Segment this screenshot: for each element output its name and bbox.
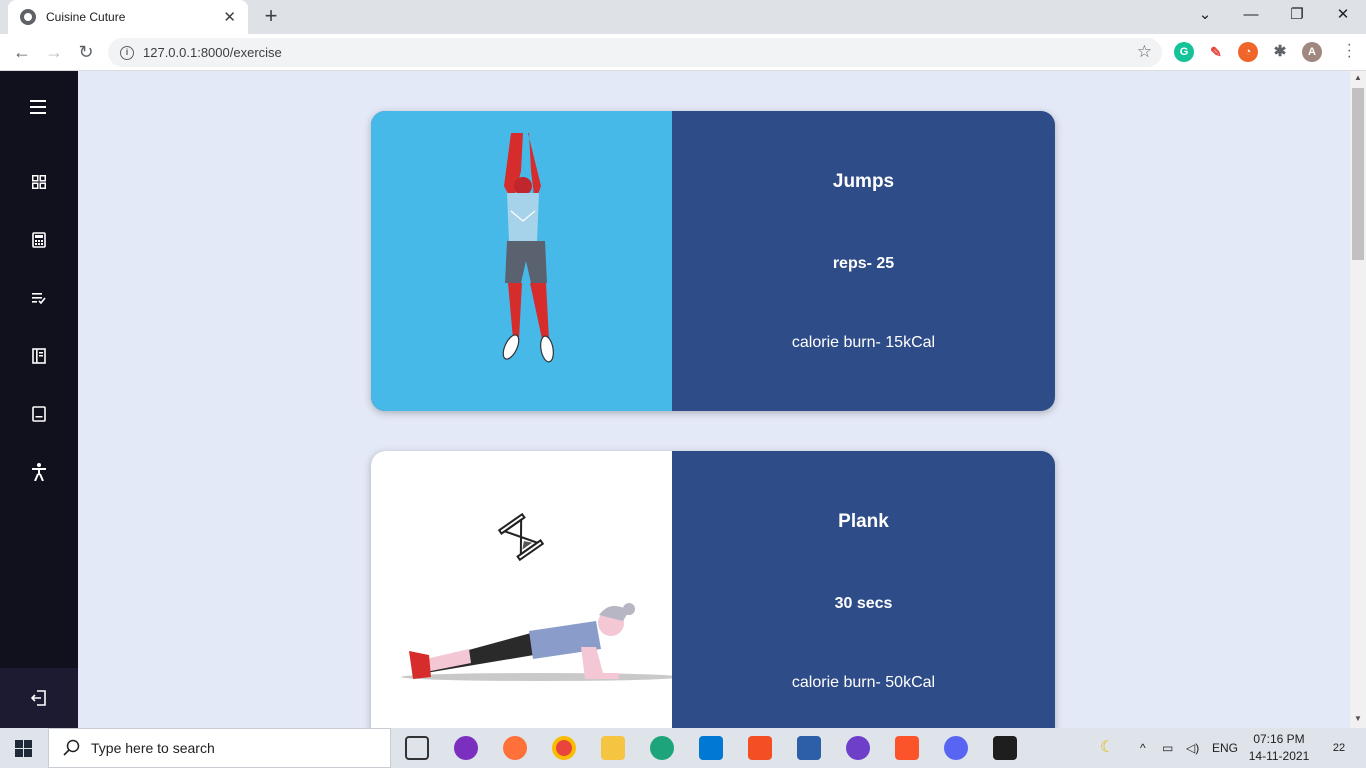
exercise-info: Plank 30 secs calorie burn- 50kCal xyxy=(672,451,1055,728)
scroll-up-icon[interactable]: ▲ xyxy=(1350,73,1366,82)
new-tab-button[interactable]: + xyxy=(260,4,282,30)
search-icon xyxy=(63,739,80,756)
notebook-icon[interactable] xyxy=(0,394,78,434)
exercise-name: Plank xyxy=(838,511,889,532)
file-explorer-icon[interactable] xyxy=(601,736,625,760)
tab-search-icon[interactable]: ⌄ xyxy=(1182,0,1228,32)
scroll-thumb[interactable] xyxy=(1352,88,1364,260)
profile-avatar[interactable]: A xyxy=(1302,42,1322,62)
more-menu-icon[interactable]: · · · xyxy=(1347,37,1352,65)
jumps-illustration xyxy=(371,111,672,411)
edge-icon[interactable] xyxy=(650,736,674,760)
logout-icon xyxy=(31,690,46,706)
taskbar-search[interactable]: Type here to search xyxy=(48,728,391,768)
exercise-calories: calorie burn- 50kCal xyxy=(791,674,936,691)
windows-start-icon[interactable] xyxy=(15,740,32,757)
hourglass-icon xyxy=(497,512,545,562)
terminal-icon[interactable] xyxy=(993,736,1017,760)
grammarly-icon[interactable]: G xyxy=(1174,42,1194,62)
tab-strip: Cuisine Cuture ✕ + ⌄ — ❐ ✕ xyxy=(0,0,1366,34)
task-view-icon[interactable] xyxy=(405,736,429,760)
book-icon[interactable] xyxy=(0,336,78,376)
powershell-icon[interactable] xyxy=(797,736,821,760)
calculator-icon[interactable] xyxy=(0,220,78,260)
site-favicon-icon xyxy=(20,9,36,25)
close-icon[interactable]: ✕ xyxy=(1320,0,1366,32)
exercise-card-plank[interactable]: Plank 30 secs calorie burn- 50kCal xyxy=(371,451,1055,728)
reload-icon[interactable]: ↻ xyxy=(72,39,100,65)
site-info-icon[interactable]: i xyxy=(120,45,134,60)
minimize-icon[interactable]: — xyxy=(1228,0,1274,32)
playlist-check-icon[interactable] xyxy=(0,278,78,318)
tab-close-icon[interactable]: ✕ xyxy=(223,8,236,26)
bookmark-star-icon[interactable]: ☆ xyxy=(1137,42,1152,62)
restore-icon[interactable]: ❐ xyxy=(1274,0,1320,32)
page-content: Jumps reps- 25 calorie burn- 15kCal Plan… xyxy=(0,71,1350,728)
accessibility-icon[interactable] xyxy=(0,452,78,492)
windows-taskbar: Type here to search ☾ ^ ▭ ◁) ENG 07:16 P… xyxy=(0,728,1366,768)
browser-tab[interactable]: Cuisine Cuture ✕ xyxy=(8,0,248,34)
language-indicator[interactable]: ENG xyxy=(1212,728,1238,768)
scroll-down-icon[interactable]: ▼ xyxy=(1350,714,1366,723)
extension-icon[interactable]: ◔ xyxy=(1238,42,1258,62)
tab-title: Cuisine Cuture xyxy=(46,10,126,24)
store-icon[interactable] xyxy=(748,736,772,760)
firefox-icon[interactable] xyxy=(503,736,527,760)
night-light-icon[interactable]: ☾ xyxy=(1100,728,1114,768)
url-text[interactable]: 127.0.0.1:8000/exercise xyxy=(143,45,282,60)
exercise-name: Jumps xyxy=(832,171,895,192)
extensions-puzzle-icon[interactable]: ✱ xyxy=(1270,42,1290,62)
exercise-card-jumps[interactable]: Jumps reps- 25 calorie burn- 15kCal xyxy=(371,111,1055,411)
notification-center-icon[interactable]: 22 xyxy=(1326,738,1352,758)
mail-icon[interactable] xyxy=(699,736,723,760)
address-bar[interactable]: i 127.0.0.1:8000/exercise ☆ xyxy=(108,38,1162,67)
dashboard-grid-icon[interactable] xyxy=(0,162,78,202)
back-icon[interactable]: ← xyxy=(8,39,36,65)
exercise-duration: 30 secs xyxy=(834,595,893,612)
chrome-icon[interactable] xyxy=(552,736,576,760)
page-scrollbar[interactable]: ▲ ▼ xyxy=(1350,71,1366,728)
color-picker-icon[interactable]: ✎ xyxy=(1206,42,1226,62)
plank-illustration xyxy=(371,451,681,728)
github-icon[interactable] xyxy=(846,736,870,760)
battery-icon[interactable]: ▭ xyxy=(1162,728,1173,768)
sidebar xyxy=(0,71,78,728)
clock-time: 07:16 PM xyxy=(1253,732,1305,746)
exercise-calories: calorie burn- 15kCal xyxy=(791,334,936,351)
brave-icon[interactable] xyxy=(895,736,919,760)
discord-icon[interactable] xyxy=(944,736,968,760)
forward-icon[interactable]: → xyxy=(40,39,68,65)
browser-toolbar: ← → ↻ i 127.0.0.1:8000/exercise ☆ G ✎ ◔ … xyxy=(0,34,1366,71)
clock-date: 14-11-2021 xyxy=(1248,749,1310,763)
show-hidden-icons-icon[interactable]: ^ xyxy=(1140,728,1146,768)
clock[interactable]: 07:16 PM 14-11-2021 xyxy=(1240,731,1318,765)
notification-count: 22 xyxy=(1332,742,1346,754)
exercise-info: Jumps reps- 25 calorie burn- 15kCal xyxy=(672,111,1055,411)
menu-icon[interactable] xyxy=(0,87,78,127)
search-placeholder: Type here to search xyxy=(91,740,215,756)
media-player-icon[interactable] xyxy=(454,736,478,760)
exercise-reps: reps- 25 xyxy=(832,255,895,272)
volume-icon[interactable]: ◁) xyxy=(1186,728,1199,768)
logout-button[interactable] xyxy=(0,668,78,728)
